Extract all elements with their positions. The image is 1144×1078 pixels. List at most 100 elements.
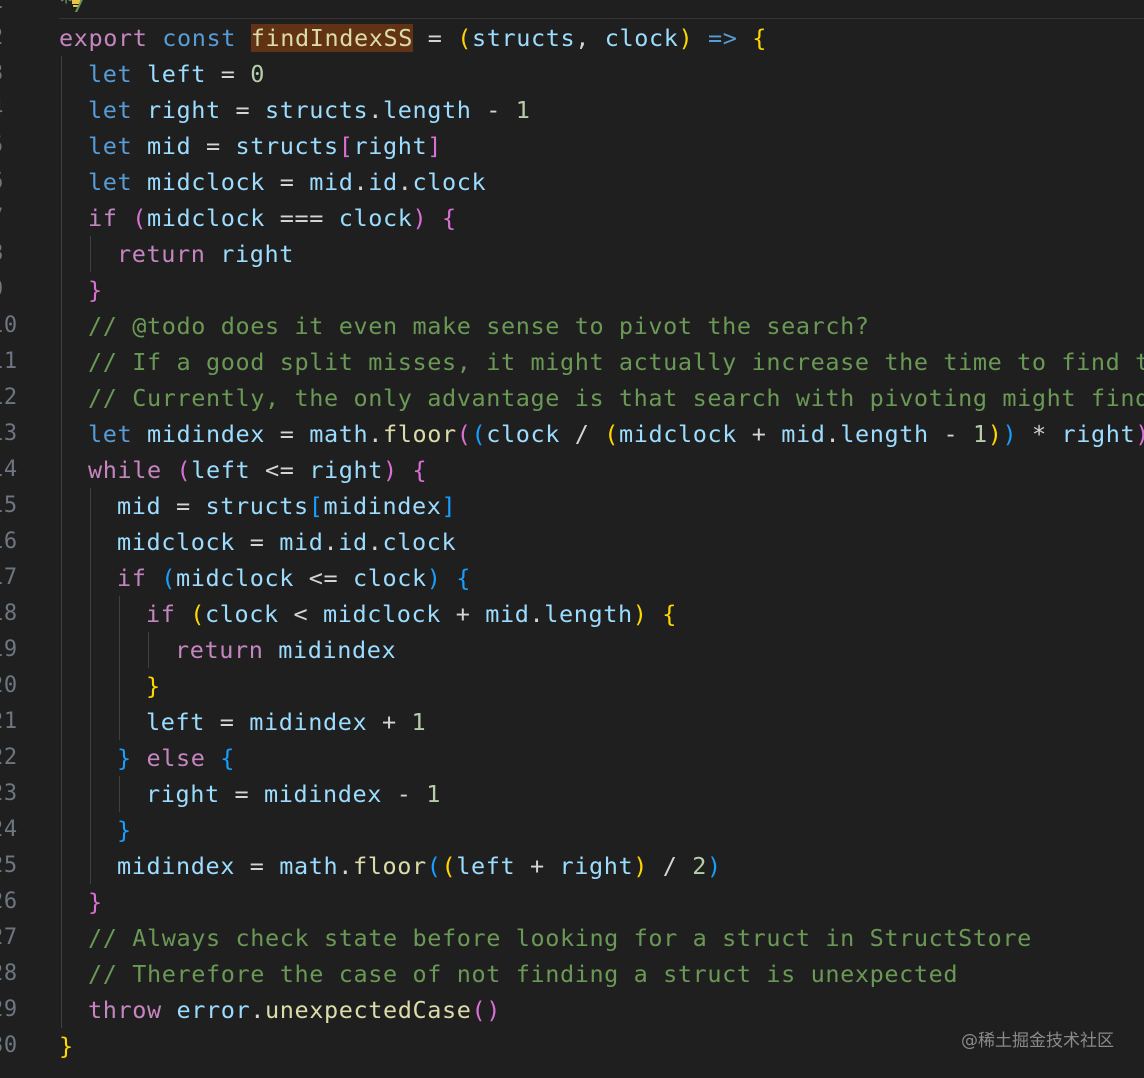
code-text: let midindex = math.floor((clock / (midc… [88,416,1144,452]
code-token: . [529,600,545,628]
code-text: midindex = math.floor((left + right) / 2… [117,848,722,884]
code-line[interactable]: 8 return right [0,236,1144,272]
code-token: . [368,96,383,124]
code-line[interactable]: 13 let midindex = math.floor((clock / (mi… [0,416,1144,452]
indent-guide [90,524,91,560]
code-token: floor [383,420,457,448]
code-token: } [88,888,103,916]
code-line[interactable]: 20} [0,668,1144,704]
code-line[interactable]: 24} [0,812,1144,848]
line-number: 18 [0,601,18,626]
code-token: { [220,744,235,772]
code-line[interactable]: 27 // Always check state before looking f… [0,920,1144,956]
code-line[interactable]: 6let midclock = mid.id.clock [0,164,1144,200]
code-token: right [353,132,428,160]
code-line[interactable]: 23 right = midindex - 1 [0,776,1144,812]
code-text: } [59,1028,74,1064]
code-token: ) [1002,420,1018,448]
code-line[interactable]: 5 let mid = structs[right] [0,128,1144,164]
indent-guide [119,668,120,704]
code-token: right [1061,420,1136,448]
code-line[interactable]: 21 left = midindex + 1 [0,704,1144,740]
indent-guide [61,740,62,776]
code-token: = [265,168,310,196]
indent-guide [90,740,91,776]
code-token: right [559,852,634,880]
code-line[interactable]: 10 // @todo does it even make sense to pi… [0,308,1144,344]
code-line[interactable]: 12 // Currently, the only advantage is th… [0,380,1144,416]
code-token: * [1017,420,1062,448]
code-token: = [235,528,280,556]
line-number: 13 [0,421,18,446]
code-line[interactable]: 14 while (left <= right) { [0,452,1144,488]
code-editor[interactable]: 1*/2export const findIndexSS = (structs,… [0,0,1144,1078]
code-line[interactable]: 18 if (clock < midclock + mid.length) { [0,596,1144,632]
code-line[interactable]: 28 // Therefore the case of not finding a… [0,956,1144,992]
line-number: 19 [0,637,18,662]
code-token: . [323,528,339,556]
code-token: 1 [515,96,531,124]
indent-guide [61,164,62,200]
code-token: <= [250,456,310,484]
code-token: structs [205,492,309,520]
line-number: 9 [0,272,6,308]
code-token: ( [176,456,192,484]
indent-guide [61,200,62,236]
line-number: 23 [0,781,18,806]
code-token: = [220,96,265,124]
code-token: clock [486,420,560,448]
code-token: while [88,456,162,484]
code-token: midindex [323,492,442,520]
indent-guide [90,560,91,596]
code-text: while (left <= right) { [88,452,427,488]
code-token: 1 [973,420,988,448]
code-line[interactable]: 17 if (midclock <= clock) { [0,560,1144,596]
code-token: ) [1135,420,1144,448]
code-token: floor [353,852,427,880]
code-line[interactable]: 25midindex = math.floor((left + right) /… [0,848,1144,884]
code-line[interactable]: 22} else { [0,740,1144,776]
code-token: mid [309,168,354,196]
code-line[interactable]: 2 export const findIndexSS = (structs, cl… [0,20,1144,56]
indent-guide [119,596,120,632]
code-line[interactable]: 11 // If a good split misses, it might ac… [0,344,1144,380]
code-token: ) [633,852,648,880]
code-token: = [219,780,264,808]
code-token: return [175,636,264,664]
code-token: / [648,852,693,880]
code-line[interactable]: 4 let right = structs.length - 1 [0,92,1144,128]
line-number: 14 [0,457,18,482]
code-token: { [412,456,428,484]
indent-guide [61,488,62,524]
code-line[interactable]: 15 mid = structs[midindex] [0,488,1144,524]
code-token: left [191,456,251,484]
line-number: 6 [0,164,6,200]
code-token: mid [117,492,162,520]
indent-guide [119,632,120,668]
code-token: mid [781,420,826,448]
code-line[interactable]: 9} [0,272,1144,308]
code-line[interactable]: 26} [0,884,1144,920]
code-token: return [117,240,206,268]
code-token: . [338,852,353,880]
code-line[interactable]: 1 */ [0,0,1144,20]
code-line[interactable]: 16midclock = mid.id.clock [0,524,1144,560]
line-number: 2 [0,20,6,56]
code-token: midclock [176,564,294,592]
code-token: . [368,420,383,448]
code-line[interactable]: 19 return midindex [0,632,1144,668]
code-text: return right [117,236,294,272]
code-token: ( [132,204,147,232]
code-line[interactable]: 7 if (midclock === clock) { [0,200,1144,236]
code-line[interactable]: 29 throw error.unexpectedCase() [0,992,1144,1028]
code-text: midclock = mid.id.clock [117,524,456,560]
code-line[interactable]: 3 let left = 0 [0,56,1144,92]
code-token: + [515,852,560,880]
code-text: throw error.unexpectedCase() [88,992,501,1028]
code-token: + [367,708,412,736]
